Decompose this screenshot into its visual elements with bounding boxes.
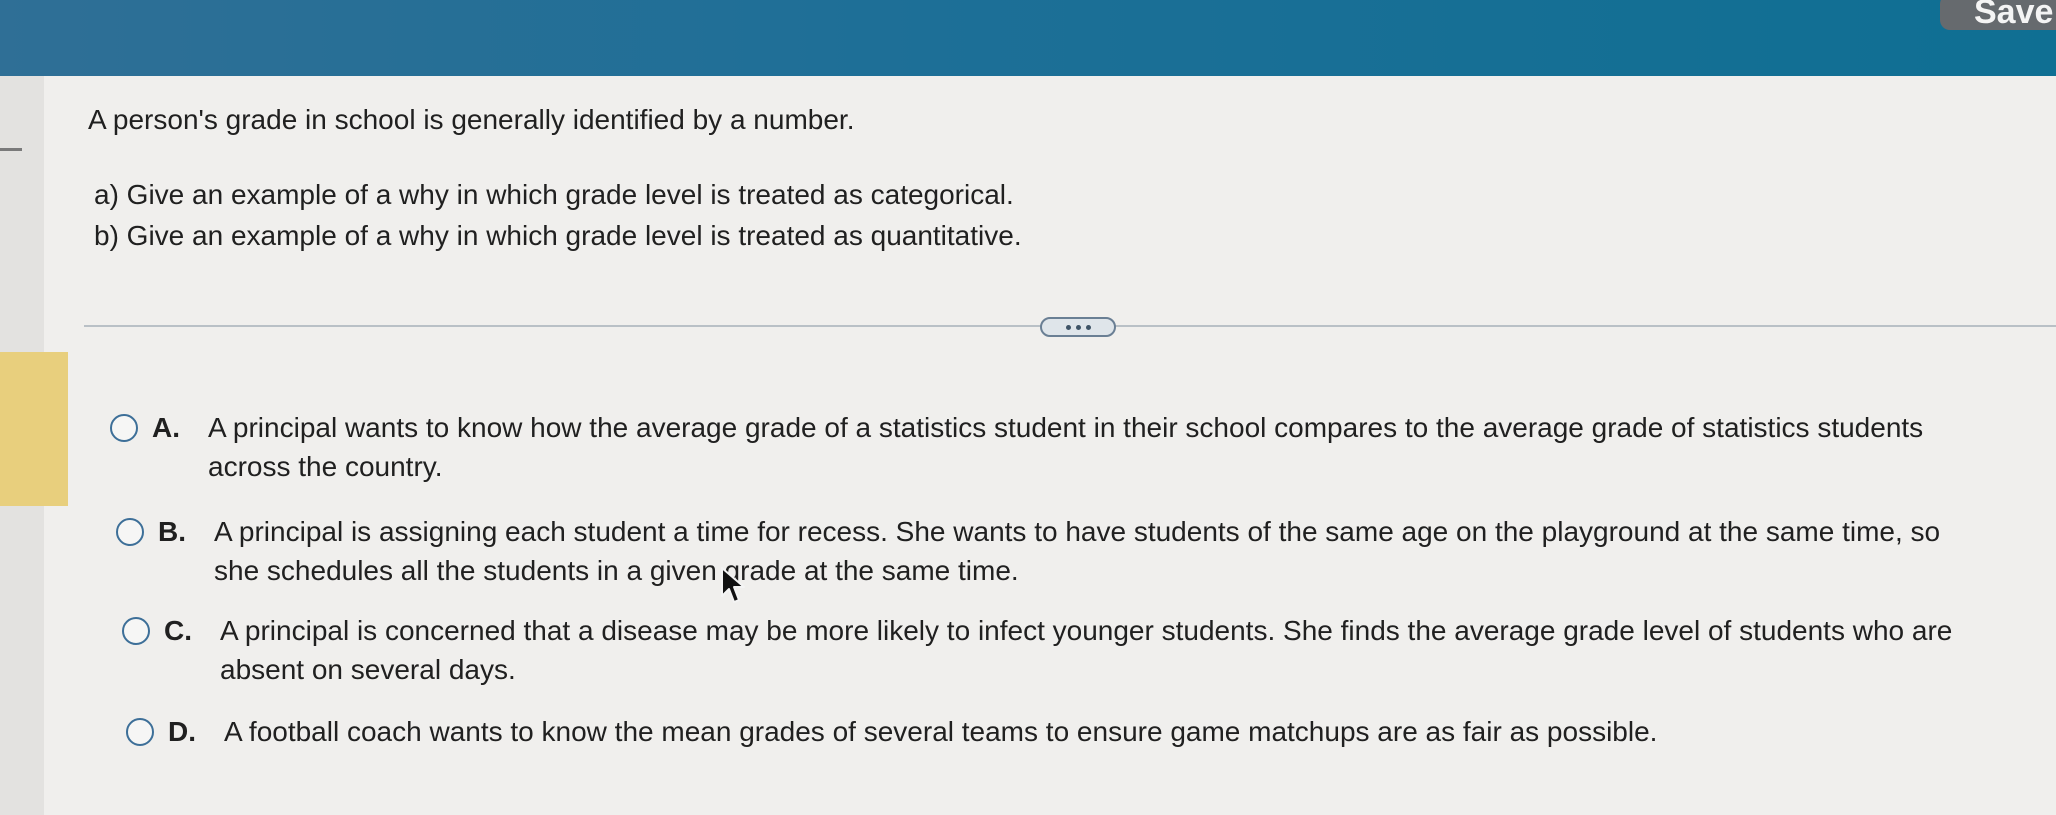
option-letter: C. <box>164 615 192 646</box>
answer-option-c[interactable]: C. A principal is concerned that a disea… <box>122 611 2022 689</box>
gutter-tick <box>0 148 22 151</box>
option-text: A football coach wants to know the mean … <box>224 716 1658 747</box>
answer-option-d[interactable]: D. A football coach wants to know the me… <box>126 712 2006 751</box>
question-prompt: A person's grade in school is generally … <box>88 104 855 135</box>
answer-option-a[interactable]: A. A principal wants to know how the ave… <box>110 408 2010 486</box>
answer-option-b[interactable]: B. A principal is assigning each student… <box>116 512 1966 590</box>
save-button[interactable]: Save <box>1940 0 2056 30</box>
radio-button-icon[interactable] <box>122 617 150 645</box>
option-text: A principal is assigning each student a … <box>214 516 1941 586</box>
radio-button-icon[interactable] <box>116 518 144 546</box>
top-bar <box>0 0 2056 76</box>
option-letter: D. <box>168 716 196 747</box>
more-options-button[interactable] <box>1040 317 1116 337</box>
highlight-marker <box>0 352 68 506</box>
option-text: A principal is concerned that a disease … <box>220 615 1953 685</box>
question-part-a: a) Give an example of a why in which gra… <box>94 179 1014 210</box>
option-letter: A. <box>152 412 180 443</box>
radio-button-icon[interactable] <box>126 718 154 746</box>
radio-button-icon[interactable] <box>110 414 138 442</box>
option-text: A principal wants to know how the averag… <box>208 412 1924 482</box>
question-part-b: b) Give an example of a why in which gra… <box>94 220 1022 251</box>
option-letter: B. <box>158 516 186 547</box>
mouse-pointer-icon <box>721 567 745 603</box>
more-options-icon <box>1065 324 1071 330</box>
